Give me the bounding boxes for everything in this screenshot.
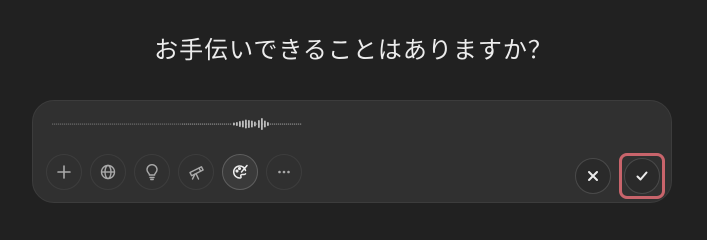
web-search-button[interactable] — [90, 154, 126, 190]
more-horizontal-icon — [278, 170, 290, 174]
create-image-button[interactable] — [222, 154, 258, 190]
deep-research-button[interactable] — [178, 154, 214, 190]
audio-waveform — [52, 118, 302, 130]
composer-toolbar — [46, 153, 310, 191]
page-title: お手伝いできることはありますか？ — [154, 36, 553, 64]
add-button[interactable] — [46, 154, 82, 190]
globe-icon — [100, 164, 116, 180]
highlight-box — [619, 153, 665, 199]
think-button[interactable] — [134, 154, 170, 190]
plus-icon — [57, 165, 71, 179]
lightbulb-icon — [146, 164, 158, 181]
cancel-dictation-button[interactable] — [575, 158, 611, 194]
telescope-icon — [189, 166, 204, 180]
paint-palette-icon — [232, 164, 248, 179]
close-icon — [588, 171, 598, 181]
checkmark-icon — [636, 171, 648, 181]
confirm-dictation-button[interactable] — [624, 158, 660, 194]
more-tools-button[interactable] — [266, 154, 302, 190]
dictation-composer — [32, 100, 672, 203]
dictation-actions — [575, 153, 665, 199]
